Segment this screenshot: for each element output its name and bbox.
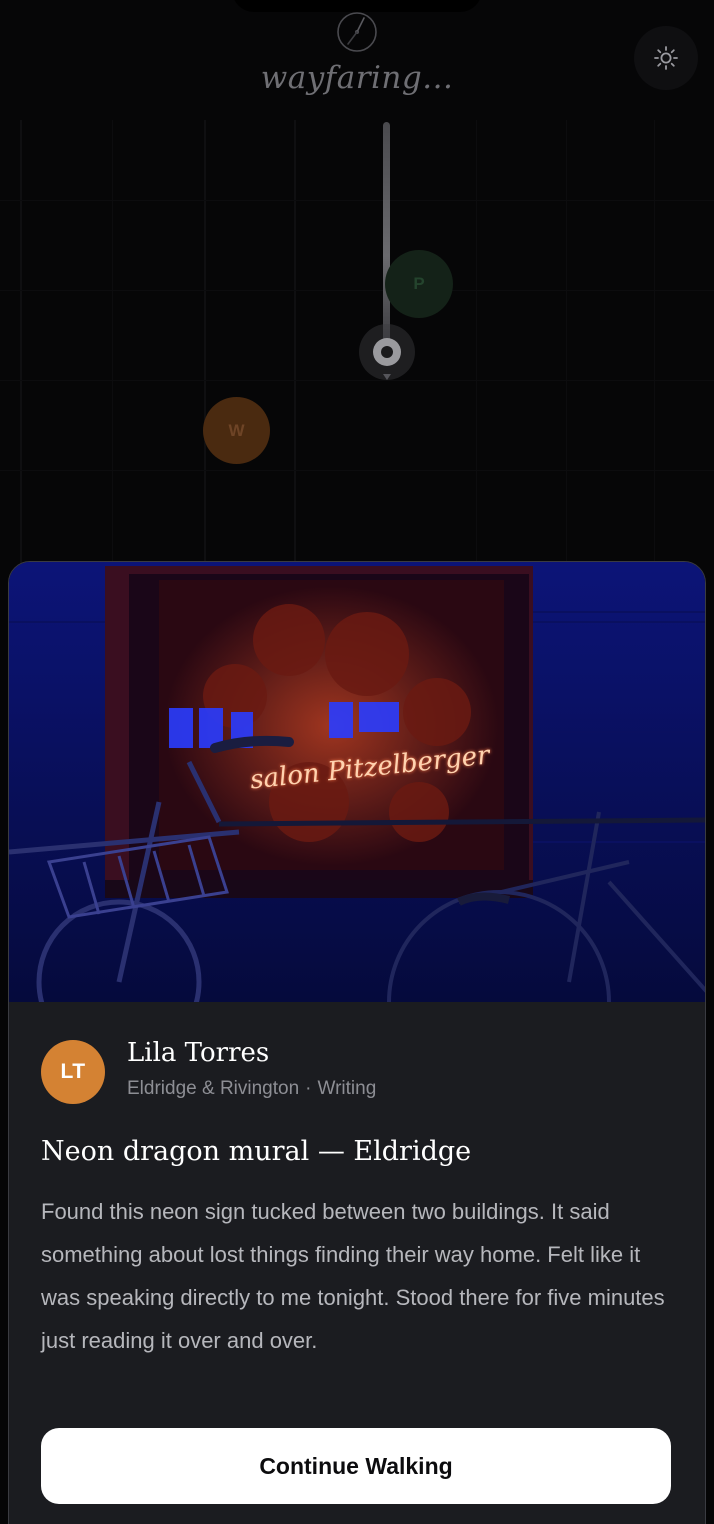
meta-separator: · bbox=[305, 1078, 312, 1099]
post-title: Neon dragon mural — Eldridge bbox=[41, 1136, 472, 1167]
street-line bbox=[0, 290, 714, 291]
street-line bbox=[476, 120, 477, 600]
post-photo: salon Pitzelberger salon Pitzelberger bbox=[9, 562, 705, 1002]
author-name[interactable]: Lila Torres bbox=[127, 1038, 269, 1068]
street-line bbox=[0, 470, 714, 471]
street-line bbox=[294, 120, 296, 600]
marker-initial: P bbox=[413, 274, 425, 293]
map-view[interactable]: wayfaring... P W bbox=[0, 0, 714, 600]
map-marker-p[interactable]: P bbox=[385, 250, 453, 318]
map-marker-w[interactable]: W bbox=[203, 397, 270, 464]
post-body: Found this neon sign tucked between two … bbox=[41, 1199, 665, 1353]
post-category: Writing bbox=[317, 1078, 377, 1099]
street-line bbox=[112, 120, 113, 600]
street-line bbox=[654, 120, 655, 600]
location-dot-icon bbox=[373, 338, 401, 366]
compass-icon bbox=[336, 11, 378, 53]
app-root: wayfaring... P W salon Pitzelberger salo… bbox=[0, 0, 714, 1524]
street-line bbox=[0, 380, 714, 381]
street-line bbox=[0, 200, 714, 201]
theme-toggle-button[interactable] bbox=[634, 26, 698, 90]
post-author-row: LT Lila Torres Eldridge & Rivington · Writ… bbox=[41, 1038, 671, 1104]
post-meta: Eldridge & Rivington · Writing bbox=[127, 1078, 376, 1100]
street-line bbox=[566, 120, 567, 600]
continue-walking-button[interactable]: Continue Walking bbox=[41, 1428, 671, 1504]
walked-path bbox=[383, 122, 390, 346]
heading-arrow-icon bbox=[383, 374, 391, 380]
street-line bbox=[20, 120, 22, 600]
neon-sign-photo: salon Pitzelberger salon Pitzelberger bbox=[9, 562, 705, 1002]
app-brand: wayfaring... bbox=[260, 60, 454, 96]
sun-icon bbox=[654, 46, 678, 70]
post-location: Eldridge & Rivington bbox=[127, 1078, 300, 1099]
avatar[interactable]: LT bbox=[41, 1040, 105, 1104]
street-line bbox=[204, 120, 206, 600]
post-sheet: salon Pitzelberger salon Pitzelberger LT… bbox=[8, 561, 706, 1524]
marker-initial: W bbox=[228, 420, 245, 440]
